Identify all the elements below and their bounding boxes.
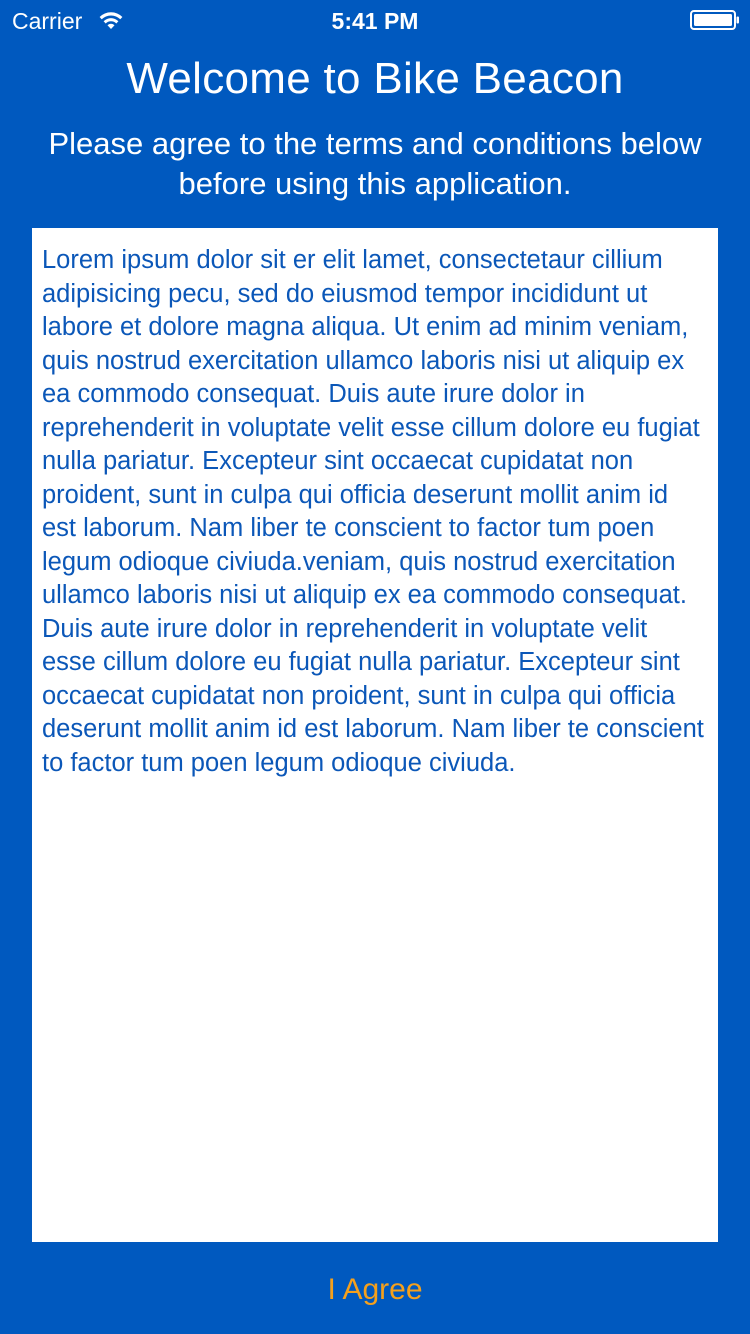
page-title: Welcome to Bike Beacon (126, 54, 624, 103)
page-subtitle: Please agree to the terms and conditions… (48, 126, 702, 201)
status-bar: Carrier 5:41 PM (0, 0, 750, 40)
terms-text-view[interactable]: Lorem ipsum dolor sit er elit lamet, con… (32, 228, 718, 1242)
agree-button[interactable]: I Agree (275, 1266, 475, 1314)
battery-icon (690, 10, 739, 30)
terms-text: Lorem ipsum dolor sit er elit lamet, con… (42, 246, 704, 777)
status-time: 5:41 PM (331, 8, 419, 34)
